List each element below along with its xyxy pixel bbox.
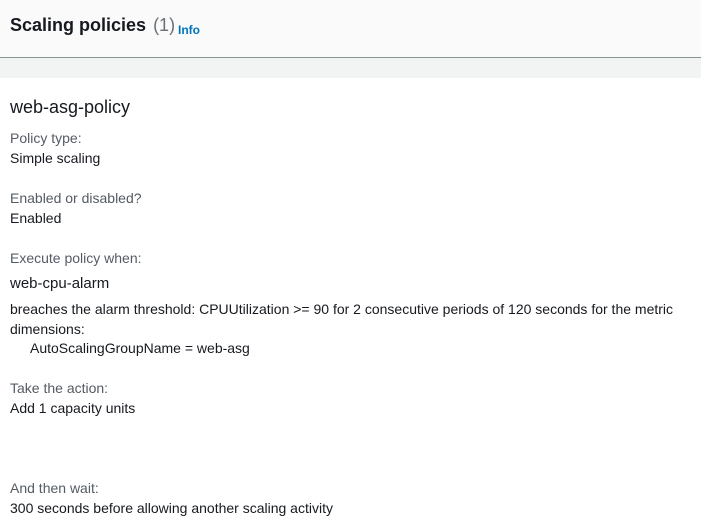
policy-name: web-asg-policy <box>10 97 131 117</box>
alarm-name: web-cpu-alarm <box>10 275 110 292</box>
alarm-breach-description: breaches the alarm threshold: CPUUtiliza… <box>10 301 674 337</box>
wait-label: And then wait: <box>10 480 99 496</box>
enabled-label: Enabled or disabled? <box>10 190 142 206</box>
execute-when-label: Execute policy when: <box>10 250 142 266</box>
policy-type-value: Simple scaling <box>10 150 101 166</box>
policy-count: (1) <box>153 15 176 35</box>
enabled-value: Enabled <box>10 210 62 226</box>
metric-dimension: AutoScalingGroupName = web-asg <box>30 340 250 356</box>
section-divider-band <box>0 58 701 78</box>
action-label: Take the action: <box>10 380 109 396</box>
policy-details: web-asg-policy Policy type: Simple scali… <box>0 78 701 529</box>
section-title: Scaling policies (1) <box>10 15 175 36</box>
action-value: Add 1 capacity units <box>10 400 136 416</box>
section-title-text: Scaling policies <box>10 15 147 35</box>
policy-type-label: Policy type: <box>10 130 82 146</box>
wait-value: 300 seconds before allowing another scal… <box>10 500 333 516</box>
scaling-policies-header: Scaling policies (1) Info <box>0 0 701 58</box>
info-link[interactable]: Info <box>178 23 200 37</box>
